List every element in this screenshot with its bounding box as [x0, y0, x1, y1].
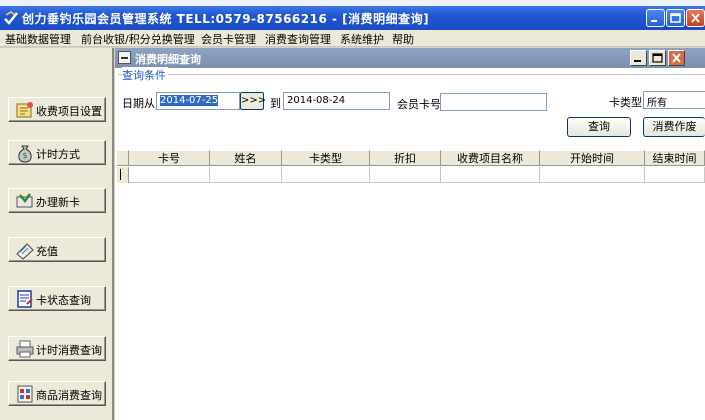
- sidebar: 收费项目设置 $ 计时方式 办理新卡 充值 卡状态查询 计时消费查询 商品消费查…: [0, 48, 114, 420]
- table-cell[interactable]: [540, 167, 645, 183]
- close-button[interactable]: [686, 9, 705, 27]
- child-maximize-button[interactable]: [649, 50, 666, 66]
- search-button[interactable]: 查询: [567, 117, 631, 137]
- table-cell[interactable]: [282, 167, 370, 183]
- sidebar-item-fee-settings[interactable]: 收费项目设置: [8, 97, 106, 122]
- goods-icon: [17, 385, 33, 403]
- card-type-select[interactable]: 所有: [643, 91, 705, 109]
- close-icon: [691, 13, 700, 23]
- menu-cashier[interactable]: 前台收银/积分兑换管理: [81, 31, 195, 47]
- minimize-icon: [651, 20, 657, 22]
- sidebar-item-label: 商品消费查询: [36, 389, 102, 402]
- window-menu-icon[interactable]: [118, 51, 131, 64]
- menu-member-card[interactable]: 会员卡管理: [201, 31, 256, 47]
- void-consumption-button[interactable]: 消费作废: [643, 117, 705, 137]
- sidebar-item-timing-method[interactable]: $ 计时方式: [8, 140, 106, 165]
- menu-basic-data[interactable]: 基础数据管理: [5, 31, 71, 47]
- sidebar-item-label: 收费项目设置: [36, 105, 102, 118]
- column-header-discount[interactable]: 折扣: [370, 150, 441, 166]
- card-status-icon: [17, 290, 33, 308]
- table-cell[interactable]: [441, 167, 540, 183]
- date-from-value: 2014-07-25: [160, 95, 219, 106]
- money-bag-icon: $: [18, 145, 32, 163]
- window-title-bar: 创力垂钓乐园会员管理系统 TELL:0579-87566216 - [消费明细查…: [0, 6, 705, 30]
- menu-consumption-query[interactable]: 消费查询管理: [265, 31, 331, 47]
- minimize-icon: [634, 60, 641, 62]
- sidebar-item-recharge[interactable]: 充值: [8, 237, 106, 262]
- card-type-label: 卡类型: [609, 96, 642, 109]
- sidebar-item-new-card[interactable]: 办理新卡: [8, 188, 106, 213]
- settings-icon: [16, 102, 33, 118]
- sidebar-item-label: 办理新卡: [36, 196, 80, 209]
- results-table: 卡号 姓名 卡类型 折扣 收费项目名称 开始时间 结束时间: [117, 150, 705, 420]
- column-header-name[interactable]: 姓名: [210, 150, 282, 166]
- maximize-button[interactable]: [666, 9, 685, 27]
- group-box-line: [118, 74, 705, 75]
- date-range-button[interactable]: >>>: [240, 92, 266, 110]
- column-header-start-time[interactable]: 开始时间: [540, 150, 645, 166]
- sidebar-item-label: 卡状态查询: [36, 294, 91, 307]
- column-header-end-time[interactable]: 结束时间: [645, 150, 705, 166]
- date-from-label: 日期从: [122, 97, 155, 110]
- menu-system-maintenance[interactable]: 系统维护: [340, 31, 384, 47]
- date-to-value: 2014-08-24: [287, 95, 346, 106]
- current-row-indicator: [117, 167, 129, 183]
- card-no-label: 会员卡号: [397, 98, 441, 111]
- child-close-button[interactable]: [668, 50, 685, 66]
- recharge-icon: [16, 243, 34, 260]
- date-from-input[interactable]: 2014-07-25: [156, 92, 240, 110]
- table-cell[interactable]: [370, 167, 441, 183]
- child-minimize-button[interactable]: [630, 50, 647, 66]
- new-card-icon: [16, 193, 33, 208]
- menu-help[interactable]: 帮助: [392, 31, 414, 47]
- child-window-title: 消费明细查询: [135, 53, 201, 66]
- table-cell[interactable]: [129, 167, 210, 183]
- sidebar-item-goods-consumption[interactable]: 商品消费查询: [8, 381, 106, 406]
- maximize-icon: [652, 53, 663, 63]
- column-header-fee-item[interactable]: 收费项目名称: [441, 150, 540, 166]
- app-logo-icon: [4, 11, 18, 25]
- sidebar-item-label: 充值: [36, 245, 58, 258]
- column-header-card-no[interactable]: 卡号: [129, 150, 210, 166]
- svg-text:$: $: [22, 151, 27, 160]
- table-row[interactable]: [117, 167, 705, 183]
- sidebar-item-label: 计时消费查询: [36, 344, 102, 357]
- card-type-value: 所有: [647, 98, 667, 109]
- query-conditions-label: 查询条件: [122, 67, 168, 83]
- maximize-icon: [670, 13, 681, 23]
- consumption-detail-window: 消费明细查询 查询条件 日期从 2014-07-25 >>> 到 2014-08…: [115, 48, 705, 420]
- child-title-bar: 消费明细查询: [115, 48, 705, 68]
- date-to-input[interactable]: 2014-08-24: [283, 92, 390, 110]
- window-title: 创力垂钓乐园会员管理系统 TELL:0579-87566216 - [消费明细查…: [22, 12, 430, 26]
- sidebar-item-timed-consumption[interactable]: 计时消费查询: [8, 336, 106, 361]
- close-icon: [672, 53, 681, 63]
- card-no-input[interactable]: [440, 93, 547, 111]
- minimize-button[interactable]: [646, 9, 665, 27]
- menu-bar: 基础数据管理 前台收银/积分兑换管理 会员卡管理 消费查询管理 系统维护 帮助: [0, 30, 705, 47]
- table-header: 卡号 姓名 卡类型 折扣 收费项目名称 开始时间 结束时间: [117, 150, 705, 166]
- row-indicator-header: [117, 150, 129, 166]
- table-cell[interactable]: [645, 167, 705, 183]
- column-header-card-type[interactable]: 卡类型: [282, 150, 370, 166]
- date-to-label: 到: [270, 97, 281, 110]
- sidebar-item-label: 计时方式: [36, 148, 80, 161]
- printer-icon: [16, 340, 34, 358]
- table-cell[interactable]: [210, 167, 282, 183]
- sidebar-item-card-status[interactable]: 卡状态查询: [8, 286, 106, 311]
